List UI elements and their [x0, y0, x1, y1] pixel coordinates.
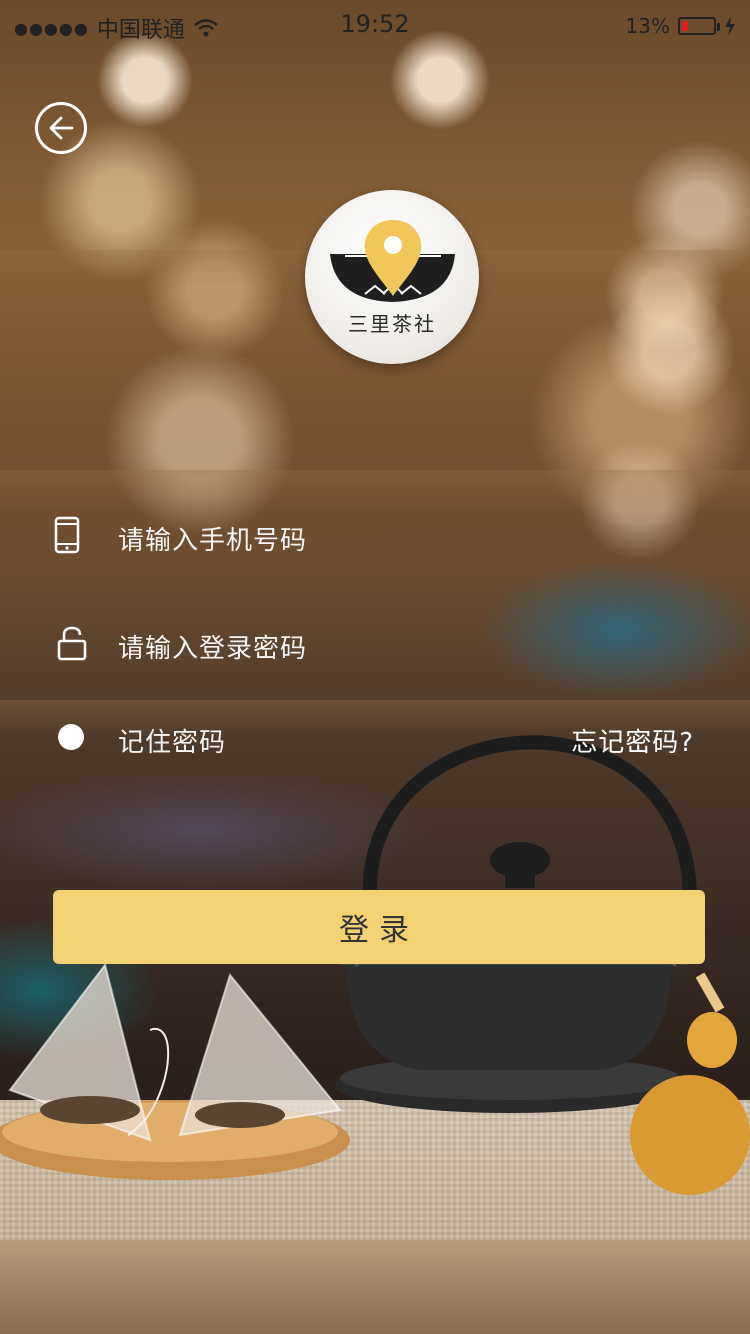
- password-field[interactable]: 请输入登录密码: [0, 618, 750, 678]
- bolt-icon: [725, 16, 735, 36]
- back-button[interactable]: [35, 102, 87, 154]
- phone-field[interactable]: 请输入手机号码: [0, 510, 750, 570]
- battery-percent: 13%: [625, 14, 670, 38]
- logo-text: 三里茶社: [348, 312, 436, 336]
- status-right: 13%: [626, 14, 736, 38]
- remember-label[interactable]: 记住密码: [118, 722, 226, 759]
- arrow-left-icon: [49, 116, 74, 140]
- battery-fill: [682, 21, 688, 31]
- battery-icon: [678, 17, 720, 35]
- password-input-placeholder[interactable]: 请输入登录密码: [118, 628, 307, 665]
- remember-toggle[interactable]: [56, 712, 86, 762]
- radio-icon: [58, 724, 84, 750]
- brand-logo: 三里茶社: [305, 190, 479, 364]
- lock-icon: [55, 618, 89, 668]
- forgot-password-link[interactable]: 忘记密码?: [571, 722, 694, 759]
- phone-input-placeholder[interactable]: 请输入手机号码: [118, 520, 307, 557]
- tea-bowl-pin-icon: [330, 220, 455, 302]
- login-button[interactable]: 登录: [53, 890, 705, 964]
- phone-icon: [50, 510, 84, 560]
- status-bar: ●●●●● 中国联通 19:52 13%: [0, 0, 750, 50]
- options-row: 记住密码 忘记密码?: [0, 712, 750, 772]
